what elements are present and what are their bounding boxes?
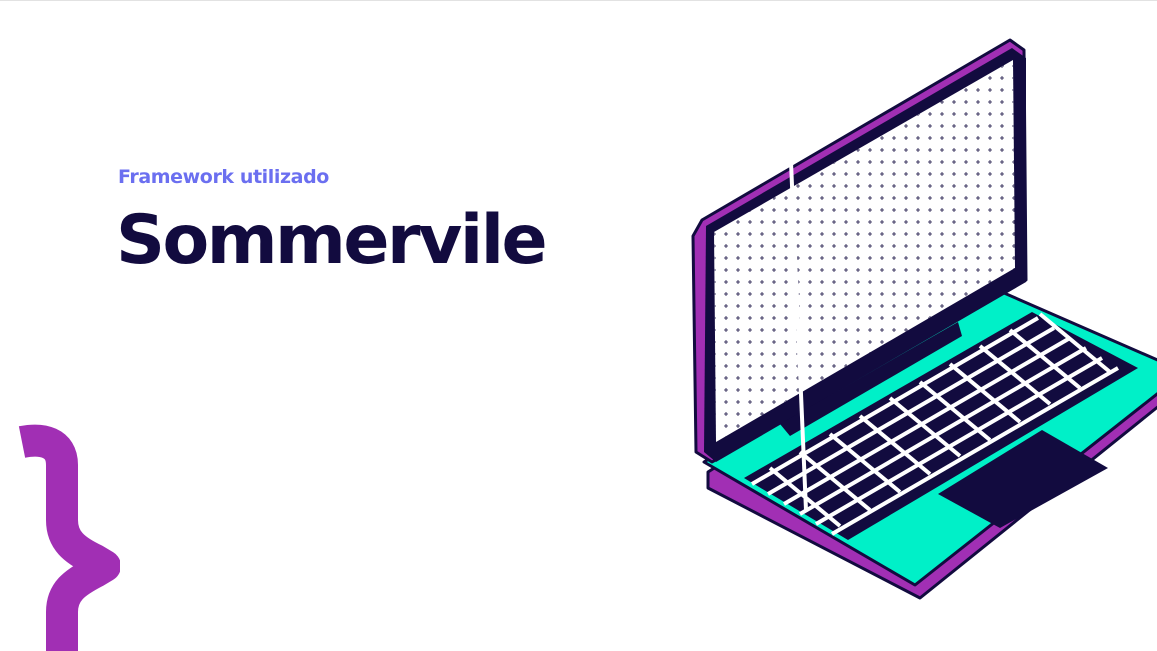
laptop-icon xyxy=(691,30,1157,600)
slide: Framework utilizado Sommervile xyxy=(0,0,1157,651)
slide-subtitle: Framework utilizado xyxy=(118,166,329,188)
top-divider xyxy=(0,0,1157,1)
slide-title: Sommervile xyxy=(116,201,548,280)
curly-brace-icon xyxy=(18,424,120,651)
